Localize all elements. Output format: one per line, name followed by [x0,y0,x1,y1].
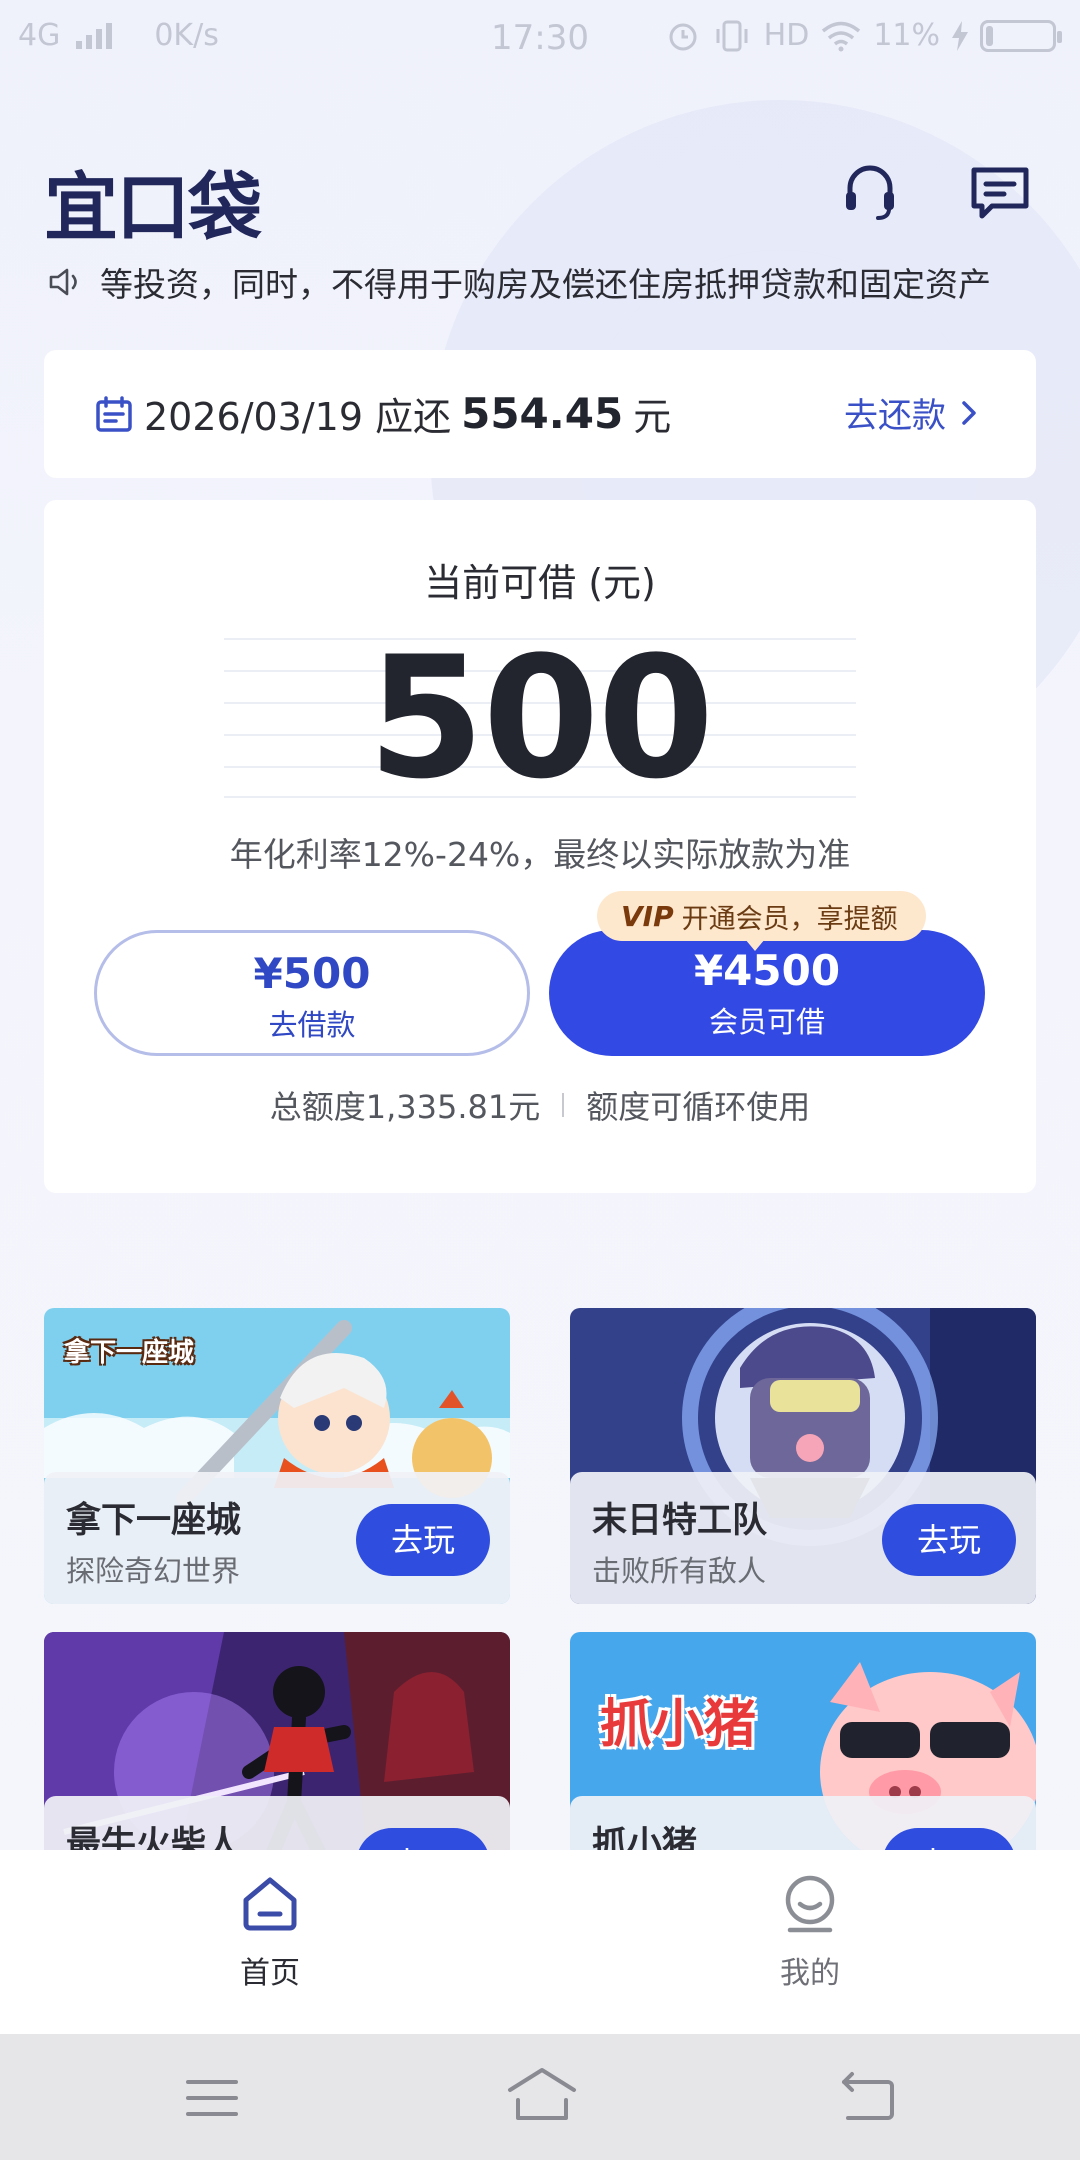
battery-percent: 11% [873,18,940,53]
charging-icon [952,20,968,51]
total-quota: 总额度1,335.81元 [269,1088,541,1126]
game-info: 末日特工队 击败所有敌人 去玩 [570,1472,1036,1604]
nav-profile-label: 我的 [780,1956,840,1991]
loan-card: 当前可借 (元) 500 年化利率12%-24%，最终以实际放款为准 ¥500 … [44,500,1036,1193]
vip-promo-text: 开通会员，享提额 [681,903,898,935]
vip-promo-tag[interactable]: VIP 开通会员，享提额 [597,891,926,951]
available-amount: 500 [367,620,715,816]
repay-link[interactable]: 去还款 [844,388,978,437]
game-art-title: 抓小猪 [600,1695,757,1755]
borrow-label: 去借款 [268,1008,356,1042]
game-art-title: 拿下一座城 [64,1338,195,1368]
notice-text: 等投资，同时，不得用于购房及偿还住房抵押贷款和固定资产 [100,265,991,304]
borrow-amount: ¥500 [253,949,371,998]
bottom-nav: 首页 我的 [0,1850,1080,2034]
app-logo: 宜口袋 [44,165,262,251]
system-nav-bar [0,2034,1080,2160]
play-button[interactable]: 去玩 [882,1504,1016,1576]
game-desc: 探险奇幻世界 [66,1554,241,1588]
repay-date: 2026/03/19 应还 [144,395,452,439]
borrow-button[interactable]: ¥500 去借款 [94,930,530,1056]
loan-title: 当前可借 (元) [424,561,656,605]
repay-amount: 554.45 [461,389,624,438]
menu-icon[interactable] [182,2068,242,2128]
repayment-card[interactable]: 2026/03/19 应还 554.45 元 去还款 [44,350,1036,478]
vip-borrow-button[interactable]: ¥4500 会员可借 [549,930,985,1056]
profile-icon [785,1875,835,1933]
rate-note: 年化利率12%-24%，最终以实际放款为准 [229,835,851,874]
calendar-icon [96,395,132,432]
quota-row: 总额度1,335.81元 额度可循环使用 [44,1082,1036,1128]
game-card[interactable]: 末日特工队 击败所有敌人 去玩 [570,1308,1036,1604]
game-desc: 击败所有敌人 [592,1554,767,1588]
system-home-icon[interactable] [506,2064,578,2124]
speaker-icon [49,268,77,296]
quota-note: 额度可循环使用 [586,1088,811,1126]
game-name: 末日特工队 [592,1501,768,1541]
status-bar: 4G 0K/s 17:30 HD 11% [0,0,1080,76]
alarm-icon [669,23,697,50]
nav-home[interactable]: 首页 [160,1874,380,1992]
battery-icon [980,19,1062,52]
message-icon[interactable] [968,160,1032,224]
repay-unit: 元 [633,395,672,439]
notice-bar[interactable]: 等投资，同时，不得用于购房及偿还住房抵押贷款和固定资产 [48,258,1048,306]
hd-indicator: HD [763,18,810,53]
vip-label: 会员可借 [708,1005,825,1039]
home-icon [243,1877,297,1931]
divider [562,1093,565,1117]
vibrate-icon [716,20,748,51]
chevron-right-icon [962,400,976,425]
play-button[interactable]: 去玩 [356,1504,490,1576]
nav-profile[interactable]: 我的 [700,1874,920,1992]
wifi-icon [822,21,861,51]
headset-icon[interactable] [838,160,902,224]
game-card[interactable]: 拿下一座城 拿下一座城 探险奇幻世界 去玩 [44,1308,510,1604]
nav-home-label: 首页 [240,1956,300,1991]
vip-badge-icon: VIP [621,899,674,933]
vip-amount: ¥4500 [693,946,841,995]
repay-link-label: 去还款 [844,396,946,436]
game-info: 拿下一座城 探险奇幻世界 去玩 [44,1472,510,1604]
game-name: 拿下一座城 [66,1501,242,1541]
back-icon[interactable] [838,2068,898,2128]
